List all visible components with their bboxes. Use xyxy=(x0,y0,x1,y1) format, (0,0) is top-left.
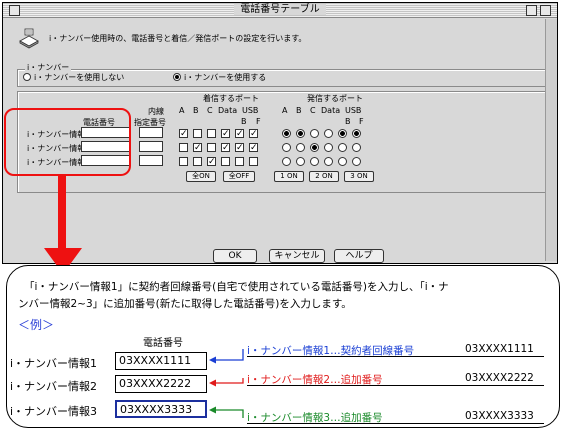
radio-inumber-on-label[interactable]: i・ナンバーを使用する xyxy=(184,72,266,83)
outgoing-port-radio[interactable] xyxy=(338,129,347,138)
incoming-port-checkbox[interactable]: ✓ xyxy=(221,129,230,139)
collapse-box-icon[interactable] xyxy=(526,5,537,16)
outgoing-port-radio[interactable] xyxy=(282,129,291,138)
out-col-usb-b: B xyxy=(345,117,351,126)
incoming-port-checkbox[interactable]: ✓ xyxy=(193,143,202,153)
in-col-b: B xyxy=(193,106,199,115)
cancel-button[interactable]: キャンセル xyxy=(269,249,325,263)
outgoing-port-radio[interactable] xyxy=(296,129,305,138)
incoming-port-checkbox[interactable]: ✓ xyxy=(221,143,230,153)
internal-input-3[interactable] xyxy=(139,155,163,166)
help-button[interactable]: ヘルプ xyxy=(334,249,384,263)
incoming-port-checkbox[interactable]: ✓ xyxy=(249,143,258,153)
incoming-port-checkbox[interactable]: ✓ xyxy=(235,143,244,153)
phone-settings-icon xyxy=(19,28,39,49)
example-column-header: 電話番号 xyxy=(143,338,183,349)
outgoing-port-radio[interactable] xyxy=(310,157,319,166)
window-title-wrap: 電話番号テーブル xyxy=(3,3,557,17)
ok-button[interactable]: OK xyxy=(213,249,257,263)
callout-text-line-2: ンバー情報2~3」に追加番号(新たに取得した電話番号)を入力します。 xyxy=(18,298,352,310)
incoming-port-checkbox[interactable] xyxy=(193,157,202,166)
internal-header-1: 内線 xyxy=(148,107,164,116)
out-col-c: C xyxy=(310,106,316,115)
incoming-port-checkbox[interactable] xyxy=(235,157,244,166)
outgoing-port-radio[interactable] xyxy=(324,129,333,138)
incoming-port-checkbox[interactable]: ✓ xyxy=(179,129,188,139)
in-col-usb-f: F xyxy=(256,117,261,126)
annotation-arrows xyxy=(209,349,244,418)
radio-inumber-off[interactable] xyxy=(23,73,31,81)
example-title: ＜例＞ xyxy=(18,318,55,332)
all-on-button[interactable]: 全ON xyxy=(186,171,216,182)
out-col-data: Data xyxy=(321,106,341,115)
in-col-usb-b: B xyxy=(241,117,247,126)
incoming-port-checkbox[interactable] xyxy=(249,157,258,166)
right-scrollbar[interactable] xyxy=(545,19,557,261)
outgoing-port-radio[interactable] xyxy=(282,143,291,152)
internal-input-1[interactable] xyxy=(139,127,163,138)
incoming-port-checkbox[interactable] xyxy=(193,129,202,138)
out-col-a: A xyxy=(282,106,288,115)
outgoing-port-radio[interactable] xyxy=(352,129,361,138)
zoom-box-icon[interactable] xyxy=(540,5,551,16)
annotation-3-number: 03XXXX3333 xyxy=(465,410,534,422)
all-off-button[interactable]: 全OFF xyxy=(223,171,255,182)
port3-on-button[interactable]: 3 ON xyxy=(344,171,374,182)
incoming-port-checkbox[interactable] xyxy=(179,157,188,166)
annotation-1-number: 03XXXX1111 xyxy=(465,343,534,355)
outgoing-port-radio[interactable] xyxy=(282,157,291,166)
incoming-port-checkbox[interactable] xyxy=(179,143,188,152)
outgoing-port-radio[interactable] xyxy=(324,157,333,166)
outgoing-port-radio[interactable] xyxy=(310,143,319,152)
radio-inumber-off-label[interactable]: i・ナンバーを使用しない xyxy=(34,72,124,83)
example-row-label-2: i・ナンバー情報2 xyxy=(10,380,98,393)
in-col-a: A xyxy=(179,106,185,115)
incoming-port-checkbox[interactable]: ✓ xyxy=(249,129,258,139)
example-number-3: 03XXXX3333 xyxy=(115,400,207,418)
out-col-usb-f: F xyxy=(359,117,364,126)
annotation-1-underline xyxy=(247,356,544,357)
in-col-usb: USB xyxy=(242,106,259,115)
annotation-2-underline xyxy=(247,385,544,386)
out-col-b: B xyxy=(296,106,302,115)
out-col-usb: USB xyxy=(345,106,362,115)
dialog-description: i・ナンバー使用時の、電話番号と着信／発信ポートの設定を行います。 xyxy=(49,34,307,43)
outgoing-header: 発信するポート xyxy=(307,94,363,103)
example-number-2: 03XXXX2222 xyxy=(115,375,207,393)
outgoing-port-radio[interactable] xyxy=(352,157,361,166)
outgoing-port-radio[interactable] xyxy=(296,143,305,152)
outgoing-port-radio[interactable] xyxy=(296,157,305,166)
annotation-2-number: 03XXXX2222 xyxy=(465,372,534,384)
outgoing-port-radio[interactable] xyxy=(310,129,319,138)
example-row-label-3: i・ナンバー情報3 xyxy=(10,405,98,418)
incoming-port-checkbox[interactable] xyxy=(221,157,230,166)
incoming-port-checkbox[interactable] xyxy=(207,143,216,152)
incoming-header: 着信するポート xyxy=(203,94,259,103)
window-title: 電話番号テーブル xyxy=(234,4,326,15)
callout-text-line-1: 「i・ナンバー情報1」に契約者回線番号(自宅で使用されている電話番号)を入力し、… xyxy=(24,281,449,293)
incoming-port-checkbox[interactable] xyxy=(207,129,216,138)
in-col-data: Data xyxy=(218,106,238,115)
internal-input-2[interactable] xyxy=(139,141,163,152)
outgoing-port-radio[interactable] xyxy=(338,157,347,166)
outgoing-port-radio[interactable] xyxy=(352,143,361,152)
port1-on-button[interactable]: 1 ON xyxy=(274,171,304,182)
highlight-frame xyxy=(4,108,131,176)
annotation-3-underline xyxy=(247,423,544,424)
incoming-port-checkbox[interactable]: ✓ xyxy=(235,129,244,139)
radio-inumber-on[interactable] xyxy=(173,73,181,81)
red-down-arrow-icon xyxy=(44,176,82,274)
incoming-port-checkbox[interactable]: ✓ xyxy=(207,157,216,167)
outgoing-port-radio[interactable] xyxy=(324,143,333,152)
example-number-1: 03XXXX1111 xyxy=(115,352,207,370)
port2-on-button[interactable]: 2 ON xyxy=(309,171,339,182)
example-row-label-1: i・ナンバー情報1 xyxy=(10,357,98,370)
in-col-c: C xyxy=(207,106,213,115)
outgoing-port-radio[interactable] xyxy=(338,143,347,152)
